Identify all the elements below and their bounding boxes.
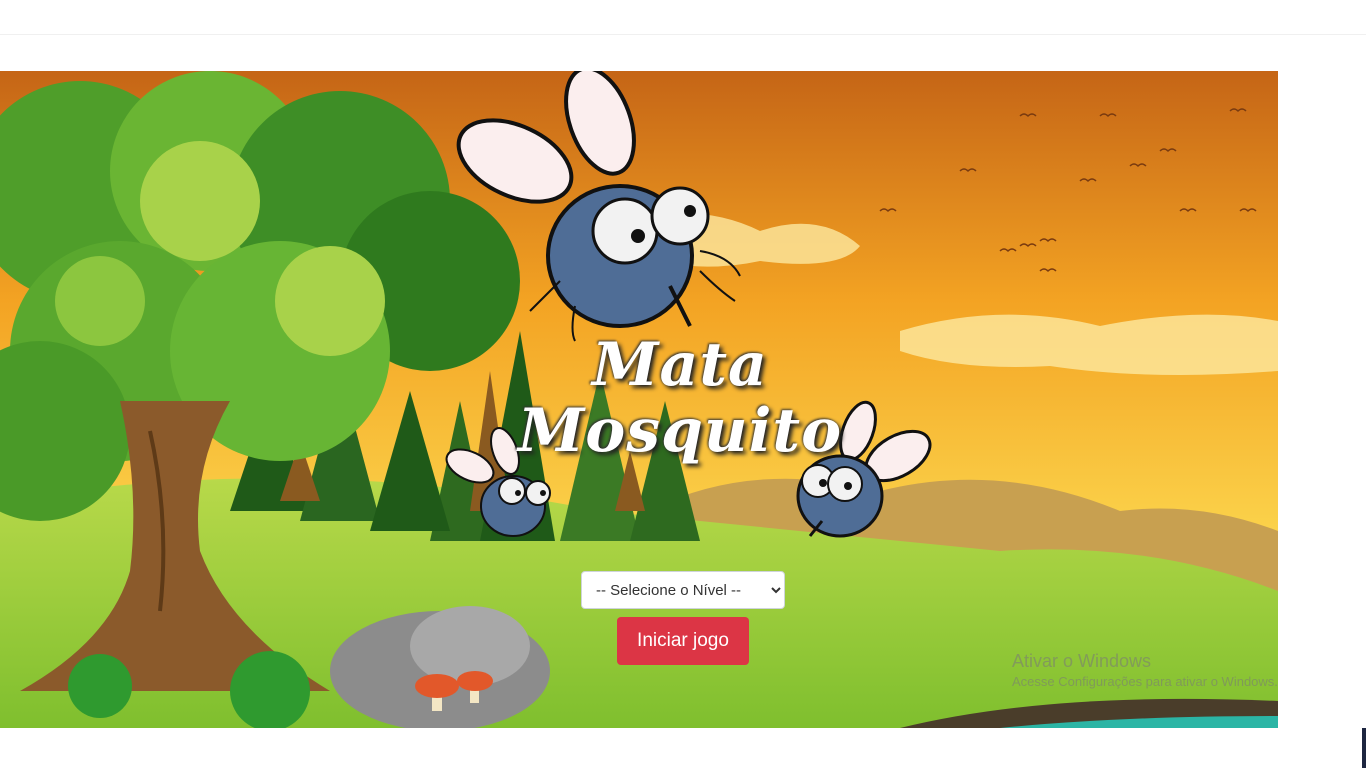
level-select[interactable]: -- Selecione o Nível -- bbox=[581, 571, 785, 609]
game-title: Mata Mosquito bbox=[470, 332, 890, 464]
screen-edge-divider bbox=[1362, 728, 1366, 768]
start-game-button[interactable]: Iniciar jogo bbox=[617, 617, 749, 665]
title-line-1: Mata bbox=[592, 330, 768, 400]
title-line-2: Mosquito bbox=[517, 396, 843, 466]
browser-top-area bbox=[0, 0, 1366, 35]
